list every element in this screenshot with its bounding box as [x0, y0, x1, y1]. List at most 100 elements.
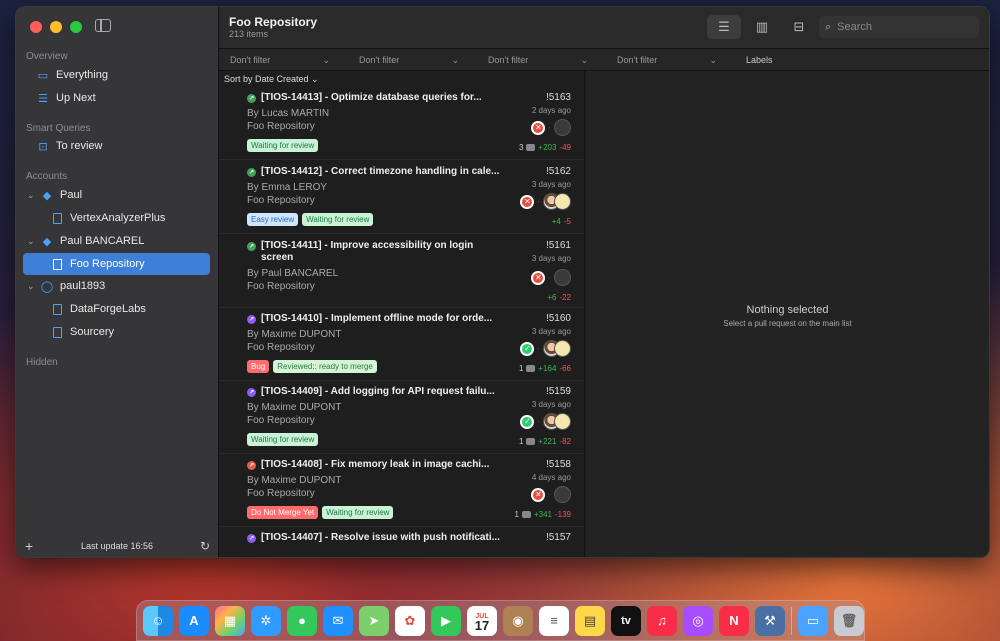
sidebar-item-dataforge[interactable]: DataForgeLabs — [23, 298, 210, 320]
chevron-down-icon: ⌄ — [580, 55, 588, 65]
github-icon: ◯ — [40, 280, 54, 293]
passed-status-icon: ✓ — [520, 414, 535, 429]
sidebar-toggle-icon[interactable] — [95, 19, 111, 32]
sidebar-item-up-next[interactable]: ☰ Up Next — [23, 87, 210, 109]
news-icon[interactable]: N — [719, 605, 749, 636]
maps-icon[interactable]: ➤ — [359, 605, 389, 636]
sidebar-item-paul[interactable]: ⌄ ◆ Paul — [23, 184, 210, 206]
minimize-button[interactable] — [50, 21, 62, 33]
list-layout-button[interactable]: ☰ — [707, 15, 741, 39]
sidebar-item-label: Sourcery — [70, 326, 115, 338]
section-accounts: Accounts — [26, 171, 68, 182]
additions: +341 — [533, 510, 552, 519]
chevron-down-icon[interactable]: ⌄ — [27, 236, 35, 247]
label-badge: Do Not Merge Yet — [247, 506, 319, 519]
reminders-icon[interactable]: ≡ — [539, 605, 569, 636]
pr-date: 2 days ago — [531, 106, 571, 115]
chevron-down-icon: ⌄ — [709, 55, 717, 65]
list-item[interactable]: ↗ [TIOS-14408] - Fix memory leak in imag… — [219, 454, 584, 527]
launchpad-icon[interactable]: ▦ — [215, 605, 245, 636]
avatar — [554, 119, 571, 136]
list-icon: ☰ — [38, 92, 48, 105]
sidebar-item-paul-bancarel[interactable]: ⌄ ◆ Paul BANCAREL — [23, 230, 210, 252]
sidebar-item-everything[interactable]: ▭ Everything — [23, 64, 210, 86]
sidebar-item-vertex[interactable]: VertexAnalyzerPlus — [23, 207, 210, 229]
draft-status-icon: ↗ — [247, 388, 256, 397]
pr-number: !5157 — [545, 532, 571, 543]
draft-status-icon: ↗ — [247, 534, 256, 543]
sidebar-item-to-review[interactable]: ⊡ To review — [23, 135, 210, 157]
filter-3[interactable]: Don't filter ⌄ — [488, 55, 588, 66]
columns-layout-button[interactable]: ▥ — [745, 15, 779, 39]
trash-icon[interactable]: 🗑 — [834, 605, 864, 636]
filter-4[interactable]: Don't filter ⌄ — [617, 55, 717, 66]
mail-icon[interactable]: ✉ — [323, 605, 353, 636]
comment-icon — [526, 144, 536, 151]
list-item[interactable]: ↗ [TIOS-14410] - Implement offline mode … — [219, 308, 584, 381]
close-button[interactable] — [30, 21, 42, 33]
calendar-day: 17 — [474, 617, 490, 633]
pr-author: By Maxime DUPONT — [247, 475, 342, 486]
zoom-button[interactable] — [70, 21, 82, 33]
sidebar-item-label: Everything — [56, 69, 108, 81]
chevron-down-icon[interactable]: ⌄ — [27, 190, 35, 201]
safari-icon[interactable]: ✲ — [251, 605, 281, 636]
filter-1[interactable]: Don't filter ⌄ — [230, 55, 330, 66]
sidebar-item-sourcery[interactable]: Sourcery — [23, 321, 210, 343]
pr-title: [TIOS-14412] - Correct timezone handling… — [261, 166, 500, 177]
chevron-down-icon[interactable]: ⌄ — [27, 281, 35, 292]
add-icon[interactable]: + — [25, 538, 33, 554]
facetime-icon[interactable]: ▶ — [431, 605, 461, 636]
sidebar-footer: + Last update 16:56 ↻ — [16, 535, 218, 557]
sidebar-item-label: Foo Repository — [70, 258, 145, 270]
filter-2[interactable]: Don't filter ⌄ — [359, 55, 459, 66]
photos-icon[interactable]: ✿ — [395, 605, 425, 636]
labels-header[interactable]: Labels — [746, 55, 773, 65]
podcasts-icon[interactable]: ◎ — [683, 605, 713, 636]
chevron-down-icon: ⌄ — [451, 55, 459, 65]
repository-icon — [51, 326, 63, 338]
list-item[interactable]: ↗ [TIOS-14409] - Add logging for API req… — [219, 381, 584, 454]
finder-icon[interactable]: ☺ — [143, 605, 173, 636]
music-icon[interactable]: ♫ — [647, 605, 677, 636]
refresh-icon[interactable]: ↻ — [200, 539, 210, 553]
filter-label: Don't filter — [488, 55, 529, 65]
label-badge: Bug — [247, 360, 270, 373]
list-item[interactable]: ↗ [TIOS-14411] - Improve accessibility o… — [219, 235, 584, 308]
closed-status-icon: ↗ — [247, 461, 256, 470]
list-item[interactable]: ↗ [TIOS-14412] - Correct timezone handli… — [219, 161, 584, 234]
app-store-icon[interactable]: A — [179, 605, 209, 636]
list-item[interactable]: ↗ [TIOS-14407] - Resolve issue with push… — [219, 527, 584, 557]
gitlab-icon: ◆ — [42, 235, 52, 248]
apple-tv-icon[interactable]: tv — [611, 605, 641, 636]
chevron-down-icon: ⌄ — [322, 55, 330, 65]
deletions: -5 — [563, 217, 571, 226]
contacts-icon[interactable]: ◉ — [503, 605, 533, 636]
failed-status-icon: ✕ — [520, 194, 535, 209]
archive-button[interactable]: ⊟ — [782, 15, 816, 39]
avatar — [554, 193, 571, 210]
open-status-icon: ↗ — [247, 168, 256, 177]
additions: +203 — [538, 143, 557, 152]
pr-date: 3 days ago — [531, 254, 571, 263]
sidebar-item-label: Up Next — [56, 92, 96, 104]
sidebar-item-label: paul1893 — [60, 280, 106, 292]
xcode-icon[interactable]: ⚒ — [755, 605, 785, 636]
calendar-icon[interactable]: JUL 17 — [467, 605, 497, 636]
messages-icon[interactable]: ● — [287, 605, 317, 636]
avatar — [554, 269, 571, 286]
search-input[interactable]: ⌕ Search — [819, 16, 979, 38]
repository-icon — [51, 258, 63, 270]
sort-menu[interactable]: Sort by Date Created ⌄ — [224, 74, 319, 85]
tv-label: tv — [621, 614, 631, 627]
folder-icon[interactable]: ▭ — [798, 605, 828, 636]
sidebar: Overview ▭ Everything ☰ Up Next Smart Qu… — [16, 7, 219, 557]
pr-repo: Foo Repository — [247, 415, 315, 426]
avatar — [554, 340, 571, 357]
search-placeholder: Search — [837, 21, 873, 33]
sidebar-item-foo-repository[interactable]: Foo Repository — [23, 253, 210, 275]
empty-state-subtitle: Select a pull request on the main list — [723, 319, 852, 328]
list-item[interactable]: ↗ [TIOS-14413] - Optimize database queri… — [219, 87, 584, 160]
sidebar-item-paul1893[interactable]: ⌄ ◯ paul1893 — [23, 275, 210, 297]
notes-icon[interactable]: ▤ — [575, 605, 605, 636]
